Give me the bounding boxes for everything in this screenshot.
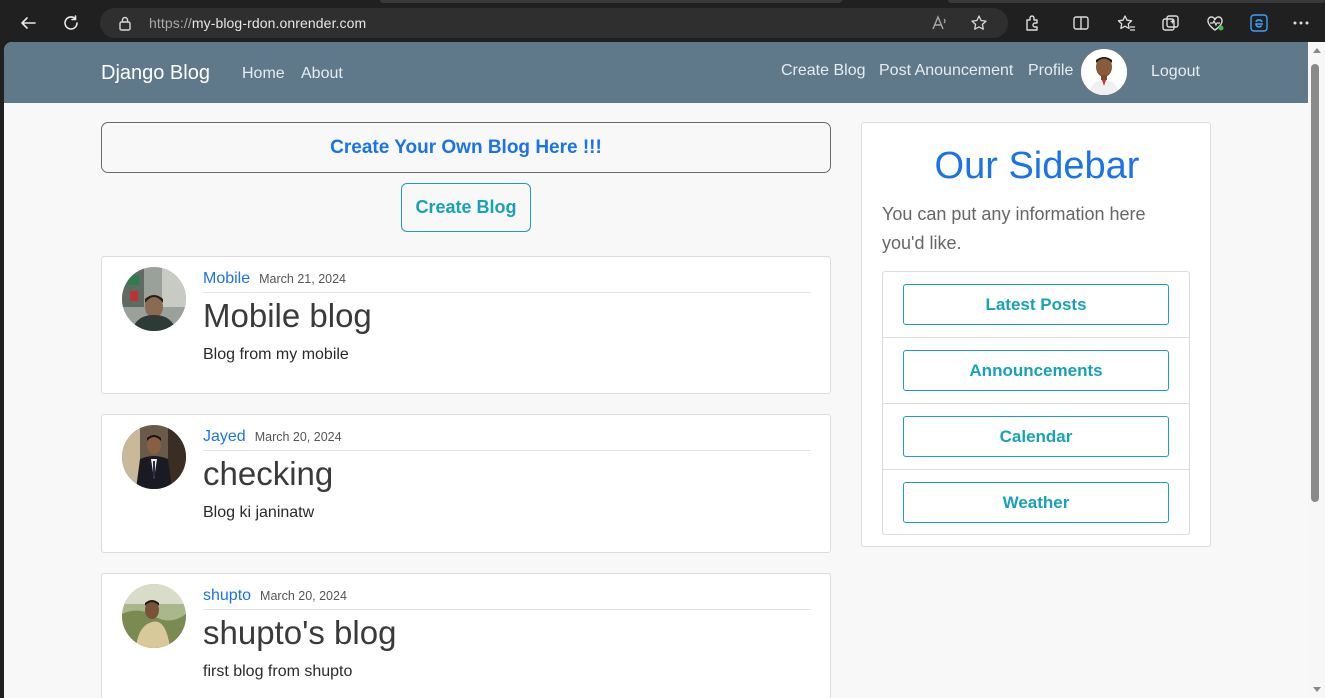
list-item: Latest Posts bbox=[883, 272, 1189, 338]
post-card: Jayed March 20, 2024 checking Blog ki jan… bbox=[101, 414, 831, 553]
list-item: Announcements bbox=[883, 338, 1189, 404]
tab-edge bbox=[948, 0, 1325, 3]
latest-posts-button[interactable]: Latest Posts bbox=[903, 284, 1169, 325]
nav-link-about[interactable]: About bbox=[301, 65, 343, 83]
favorites-icon[interactable] bbox=[1116, 13, 1136, 33]
address-bar[interactable]: https://my-blog-rdon.onrender.com bbox=[100, 8, 1008, 38]
post-date: March 20, 2024 bbox=[260, 589, 347, 603]
create-blog-button[interactable]: Create Blog bbox=[401, 183, 531, 232]
more-menu-icon[interactable] bbox=[1291, 13, 1311, 33]
list-item: Calendar bbox=[883, 404, 1189, 470]
post-title[interactable]: Mobile blog bbox=[203, 297, 372, 335]
post-title[interactable]: shupto's blog bbox=[203, 614, 396, 652]
post-meta: Jayed March 20, 2024 bbox=[203, 426, 811, 451]
post-date: March 21, 2024 bbox=[259, 272, 346, 286]
extensions-icon[interactable] bbox=[1023, 13, 1043, 33]
profile-avatar[interactable] bbox=[1081, 49, 1127, 95]
sidebar-list: Latest Posts Announcements Calendar Weat… bbox=[882, 271, 1190, 535]
nav-link-post-announcement[interactable]: Post Anouncement bbox=[879, 62, 1013, 80]
browser-toolbar: https://my-blog-rdon.onrender.com bbox=[0, 0, 1325, 45]
post-meta: shupto March 20, 2024 bbox=[203, 585, 811, 610]
create-own-blog-banner[interactable]: Create Your Own Blog Here !!! bbox=[101, 122, 831, 173]
sidebar-description: You can put any information here you'd l… bbox=[882, 204, 1146, 253]
scroll-up-arrow-icon[interactable] bbox=[1313, 48, 1321, 53]
calendar-button[interactable]: Calendar bbox=[903, 416, 1169, 457]
lock-icon[interactable] bbox=[118, 15, 132, 31]
refresh-icon[interactable] bbox=[56, 8, 86, 38]
favorite-star-icon[interactable] bbox=[970, 14, 988, 32]
scroll-down-arrow-icon[interactable] bbox=[1313, 687, 1321, 692]
page-scrollbar[interactable] bbox=[1308, 42, 1325, 698]
site-navbar: Django Blog Home About Create Blog Post … bbox=[4, 42, 1308, 103]
post-content: Blog ki janinatw bbox=[203, 504, 315, 521]
tab-strip bbox=[0, 0, 1325, 3]
sidebar-title: Our Sidebar bbox=[934, 145, 1140, 187]
post-author-link[interactable]: shupto bbox=[203, 587, 251, 604]
nav-link-create-blog[interactable]: Create Blog bbox=[781, 62, 866, 80]
collections-icon[interactable] bbox=[1161, 13, 1181, 33]
post-author-link[interactable]: Mobile bbox=[203, 270, 250, 287]
post-content: Blog from my mobile bbox=[203, 346, 349, 363]
tab-edge bbox=[380, 0, 842, 3]
post-content: first blog from shupto bbox=[203, 663, 353, 680]
author-avatar[interactable] bbox=[122, 584, 186, 648]
post-card: shupto March 20, 2024 shupto's blog first… bbox=[101, 573, 831, 698]
banner-text[interactable]: Create Your Own Blog Here !!! bbox=[330, 137, 602, 159]
nav-link-profile[interactable]: Profile bbox=[1028, 62, 1073, 80]
post-date: March 20, 2024 bbox=[254, 430, 342, 444]
url-text[interactable]: https://my-blog-rdon.onrender.com bbox=[149, 15, 366, 31]
post-title[interactable]: checking bbox=[203, 455, 333, 493]
post-author-link[interactable]: Jayed bbox=[203, 428, 246, 445]
page-viewport: Django Blog Home About Create Blog Post … bbox=[4, 42, 1308, 698]
author-avatar[interactable] bbox=[122, 425, 186, 489]
nav-link-logout[interactable]: Logout bbox=[1151, 63, 1200, 81]
nav-link-home[interactable]: Home bbox=[242, 65, 285, 83]
scrollbar-thumb[interactable] bbox=[1311, 64, 1319, 502]
weather-button[interactable]: Weather bbox=[903, 482, 1169, 523]
browser-essentials-icon[interactable] bbox=[1205, 13, 1225, 33]
read-aloud-icon[interactable] bbox=[930, 14, 948, 32]
back-arrow-icon[interactable] bbox=[13, 8, 43, 38]
author-avatar[interactable] bbox=[122, 267, 186, 331]
announcements-button[interactable]: Announcements bbox=[903, 350, 1169, 391]
sidebar: Our Sidebar You can put any information … bbox=[861, 122, 1211, 547]
edge-copilot-icon[interactable] bbox=[1249, 13, 1269, 33]
post-meta: Mobile March 21, 2024 bbox=[203, 268, 811, 293]
navbar-brand[interactable]: Django Blog bbox=[101, 62, 210, 85]
list-item: Weather bbox=[883, 470, 1189, 536]
split-screen-icon[interactable] bbox=[1071, 13, 1091, 33]
post-card: Mobile March 21, 2024 Mobile blog Blog fr… bbox=[101, 256, 831, 394]
